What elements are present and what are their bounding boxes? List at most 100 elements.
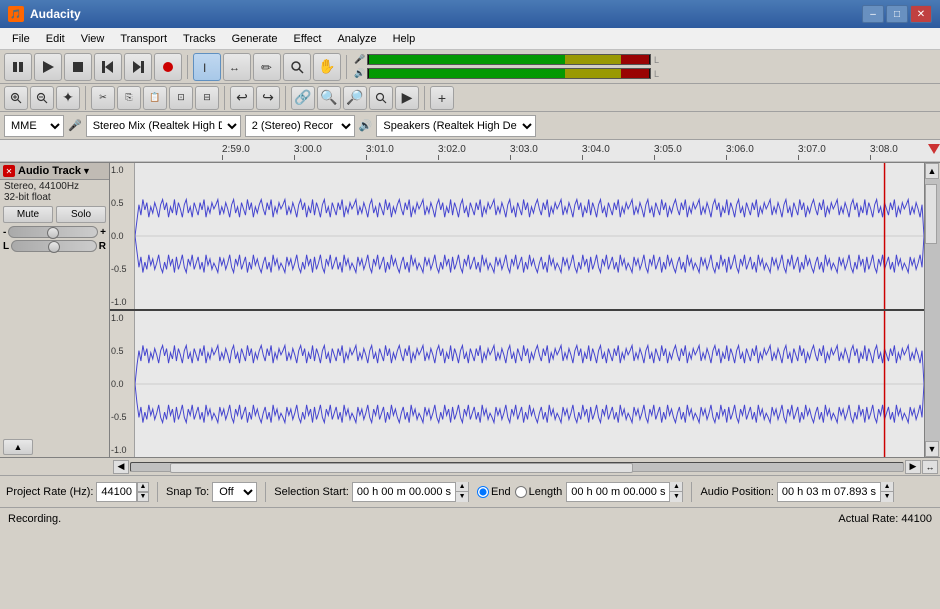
bottom-controls-bar: Project Rate (Hz): 44100 ▲ ▼ Snap To: Of… (0, 475, 940, 507)
separator-1 (187, 55, 188, 79)
zoom-sel-button[interactable]: 🔍 (317, 86, 341, 110)
zoom-scroll-button[interactable]: ↔ (922, 460, 938, 474)
gain-slider[interactable] (8, 226, 98, 238)
copy-button[interactable]: ⎘ (117, 86, 141, 110)
project-rate-down[interactable]: ▼ (137, 492, 149, 502)
scroll-right-button[interactable]: ▶ (905, 460, 921, 474)
stop-button[interactable] (64, 53, 92, 81)
track-close-button[interactable]: ✕ (3, 165, 15, 177)
audio-pos-down[interactable]: ▼ (881, 492, 893, 502)
end-spinner[interactable]: ▲ ▼ (669, 482, 682, 502)
track-collapse-button[interactable]: ▲ (3, 439, 33, 455)
track-header: ✕ Audio Track ▼ (0, 163, 109, 180)
mute-button[interactable]: Mute (3, 206, 53, 223)
solo-button[interactable]: Solo (56, 206, 106, 223)
h-scroll-thumb[interactable] (170, 463, 633, 473)
separator-5 (285, 86, 286, 110)
zoom-out2-button[interactable] (369, 86, 393, 110)
undo-button[interactable]: ↩ (230, 86, 254, 110)
menu-edit[interactable]: Edit (38, 29, 73, 49)
zoom-fit-button[interactable]: ✦ (56, 86, 80, 110)
gain-thumb[interactable] (47, 227, 59, 239)
scroll-left-button[interactable]: ◀ (113, 460, 129, 474)
menu-file[interactable]: File (4, 29, 38, 49)
menu-view[interactable]: View (73, 29, 113, 49)
vu-meters: 🎤 L 🔊 L (354, 53, 659, 80)
scroll-up-button[interactable]: ▲ (925, 163, 939, 179)
host-select[interactable]: MME (4, 115, 64, 137)
menu-analyze[interactable]: Analyze (329, 29, 384, 49)
play-at-speed-button[interactable]: ▶ (395, 86, 419, 110)
more-button[interactable]: + (430, 86, 454, 110)
select-tool-button[interactable]: I (193, 53, 221, 81)
length-radio-label[interactable]: Length (515, 486, 563, 498)
ruler-content: 2:59.0 3:00.0 3:01.0 3:02.0 3:03.0 3:04.… (220, 140, 940, 160)
snap-to-group: Snap To: Off (166, 482, 257, 502)
v-scroll-thumb[interactable] (925, 184, 937, 244)
selection-start-value[interactable]: 00 h 00 m 00.000 s ▲ ▼ (352, 482, 469, 502)
vertical-scrollbar[interactable]: ▲ ▼ (924, 163, 940, 457)
project-rate-spinner[interactable]: ▲ ▼ (137, 482, 149, 502)
zoom-fit2-button[interactable]: 🔎 (343, 86, 367, 110)
cut-button[interactable]: ✂ (91, 86, 115, 110)
waveform-svg-1 (135, 163, 924, 309)
audio-pos-up[interactable]: ▲ (881, 482, 893, 492)
draw-tool-button[interactable]: ✏ (253, 53, 281, 81)
horizontal-scrollbar[interactable]: ◀ ▶ ↔ (0, 457, 940, 475)
play-button[interactable] (34, 53, 62, 81)
minimize-button[interactable]: – (862, 5, 884, 23)
menu-generate[interactable]: Generate (224, 29, 286, 49)
skip-back-button[interactable] (94, 53, 122, 81)
pan-thumb[interactable] (48, 241, 60, 253)
maximize-button[interactable]: □ (886, 5, 908, 23)
sel-start-down[interactable]: ▼ (456, 492, 468, 502)
input-device-select[interactable]: Stereo Mix (Realtek High De (86, 115, 241, 137)
menu-transport[interactable]: Transport (112, 29, 175, 49)
record-button[interactable] (154, 53, 182, 81)
end-radio-label[interactable]: End (477, 486, 511, 498)
snap-to-select[interactable]: Off (212, 482, 257, 502)
pause-button[interactable] (4, 53, 32, 81)
v-scroll-track[interactable] (925, 179, 940, 441)
waveform-area[interactable]: 1.0 0.5 0.0 -0.5 -1.0 (110, 163, 924, 457)
menu-help[interactable]: Help (385, 29, 424, 49)
zoom-out-button[interactable] (30, 86, 54, 110)
end-down[interactable]: ▼ (670, 492, 682, 502)
pan-right-label: R (99, 241, 106, 252)
close-button[interactable]: ✕ (910, 5, 932, 23)
end-value[interactable]: 00 h 00 m 00.000 s ▲ ▼ (566, 482, 683, 502)
length-radio[interactable] (515, 486, 527, 498)
sync-lock-button[interactable]: 🔗 (291, 86, 315, 110)
end-up[interactable]: ▲ (670, 482, 682, 492)
track-name-button[interactable]: Audio Track ▼ (18, 165, 106, 177)
waveform-channel-2[interactable]: 1.0 0.5 0.0 -0.5 -1.0 (110, 311, 924, 457)
zoom-in-button[interactable] (4, 86, 28, 110)
menu-tracks[interactable]: Tracks (175, 29, 224, 49)
menu-effect[interactable]: Effect (286, 29, 330, 49)
silence-button[interactable]: ⊟ (195, 86, 219, 110)
skip-forward-button[interactable] (124, 53, 152, 81)
project-rate-up[interactable]: ▲ (137, 482, 149, 492)
input-channels-select[interactable]: 2 (Stereo) Recor (245, 115, 355, 137)
end-radio[interactable] (477, 486, 489, 498)
scroll-down-button[interactable]: ▼ (925, 441, 939, 457)
svg-text:✏: ✏ (261, 60, 272, 74)
ruler-label-4: 3:03.0 (510, 144, 538, 155)
input-device-icon: 🎤 (68, 119, 82, 132)
paste-button[interactable]: 📋 (143, 86, 167, 110)
envelope-tool-button[interactable]: ↔ (223, 53, 251, 81)
selection-start-spinner[interactable]: ▲ ▼ (455, 482, 468, 502)
audio-position-value[interactable]: 00 h 03 m 07.893 s ▲ ▼ (777, 482, 894, 502)
waveform-channel-1[interactable]: 1.0 0.5 0.0 -0.5 -1.0 (110, 163, 924, 311)
sel-start-up[interactable]: ▲ (456, 482, 468, 492)
zoom-tool-button[interactable] (283, 53, 311, 81)
pan-tool-button[interactable]: ✋ (313, 53, 341, 81)
h-scroll-track[interactable] (130, 462, 904, 472)
pan-slider[interactable] (11, 240, 97, 252)
output-device-select[interactable]: Speakers (Realtek High Defi (376, 115, 536, 137)
trim-button[interactable]: ⊡ (169, 86, 193, 110)
ruler-label-9: 3:08.0 (870, 144, 898, 155)
audio-position-spinner[interactable]: ▲ ▼ (880, 482, 893, 502)
redo-button[interactable]: ↪ (256, 86, 280, 110)
vu-output-icon: 🔊 (354, 68, 366, 79)
